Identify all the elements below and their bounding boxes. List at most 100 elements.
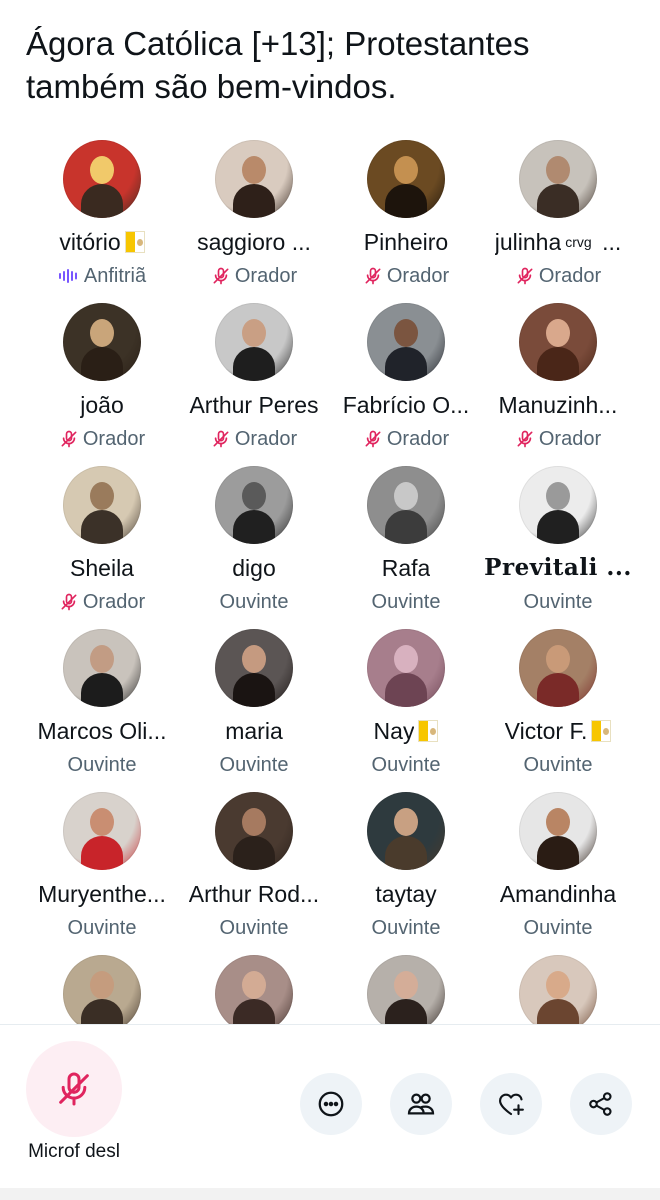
participant-card[interactable] [26, 955, 178, 1024]
avatar[interactable] [215, 629, 293, 707]
participant-name-text: saggioro ... [197, 229, 311, 255]
avatar[interactable] [63, 303, 141, 381]
participant-name: saggioro ... [197, 228, 311, 256]
share-button[interactable] [570, 1073, 632, 1135]
participant-role: Ouvinte [372, 916, 441, 940]
participant-name-text: Victor F. [504, 718, 588, 744]
participant-card[interactable]: maria Ouvinte [178, 629, 330, 792]
participant-name-text: Marcos Oli... [37, 718, 167, 744]
role-label: Ouvinte [371, 591, 441, 613]
avatar[interactable] [519, 955, 597, 1024]
participant-card[interactable]: joão Orador [26, 303, 178, 466]
participant-card[interactable]: Amandinha Ouvinte [482, 792, 634, 955]
participant-card[interactable]: digo Ouvinte [178, 466, 330, 629]
avatar[interactable] [367, 629, 445, 707]
avatar[interactable] [63, 792, 141, 870]
participant-card[interactable]: Arthur Peres Orador [178, 303, 330, 466]
participant-card[interactable]: Muryenthe... Ouvinte [26, 792, 178, 955]
avatar[interactable] [367, 792, 445, 870]
participant-card[interactable] [482, 955, 634, 1024]
people-button[interactable] [390, 1073, 452, 1135]
role-label: Ouvinte [523, 754, 593, 776]
participant-card[interactable]: Arthur Rod... Ouvinte [178, 792, 330, 955]
participant-name: Manuzinh... [499, 391, 618, 419]
avatar[interactable] [519, 466, 597, 544]
mic-toggle-button[interactable] [26, 1041, 122, 1137]
more-options-button[interactable] [300, 1073, 362, 1135]
avatar[interactable] [63, 629, 141, 707]
participant-role: Ouvinte [220, 916, 289, 940]
audio-bars-icon [58, 269, 77, 283]
role-label: Anfitriã [83, 265, 147, 287]
role-label: Ouvinte [219, 754, 289, 776]
participant-role: Ouvinte [372, 753, 441, 777]
avatar[interactable] [367, 303, 445, 381]
participant-role: Ouvinte [372, 590, 441, 614]
role-label: Ouvinte [67, 917, 137, 939]
name-suffix: ... [595, 229, 622, 255]
avatar[interactable] [63, 955, 141, 1024]
avatar[interactable] [367, 140, 445, 218]
participant-name: Rafa [382, 554, 431, 582]
participant-card[interactable]: saggioro ... Orador [178, 140, 330, 303]
avatar[interactable] [215, 140, 293, 218]
participant-role: Orador [59, 590, 145, 614]
system-nav-strip [0, 1188, 660, 1200]
participant-card[interactable]: julinha crvg ... Orador [482, 140, 634, 303]
participant-name: maria [225, 717, 283, 745]
role-label: Ouvinte [219, 591, 289, 613]
participant-name: Arthur Peres [189, 391, 318, 419]
participant-name: Victor F. [505, 717, 612, 745]
avatar[interactable] [215, 303, 293, 381]
participant-card[interactable]: Pinheiro Orador [330, 140, 482, 303]
participant-card[interactable]: Victor F. Ouvinte [482, 629, 634, 792]
avatar[interactable] [367, 466, 445, 544]
participant-role: Ouvinte [524, 590, 593, 614]
avatar[interactable] [215, 792, 293, 870]
participant-card[interactable]: Manuzinh... Orador [482, 303, 634, 466]
participant-card[interactable] [330, 955, 482, 1024]
participant-card[interactable]: Nay Ouvinte [330, 629, 482, 792]
participant-card[interactable] [178, 955, 330, 1024]
participant-card[interactable]: taytay Ouvinte [330, 792, 482, 955]
mic-muted-icon [61, 593, 77, 611]
vatican-flag-icon [591, 720, 612, 742]
avatar[interactable] [63, 466, 141, 544]
avatar[interactable] [215, 955, 293, 1024]
participant-name: Amandinha [500, 880, 616, 908]
people-icon [407, 1093, 435, 1115]
avatar[interactable] [519, 629, 597, 707]
participant-card[interactable]: Previtali ... Ouvinte [482, 466, 634, 629]
react-button[interactable] [480, 1073, 542, 1135]
participant-name-text: taytay [375, 881, 437, 907]
avatar[interactable] [367, 955, 445, 1024]
participant-name: joão [80, 391, 123, 419]
avatar[interactable] [215, 466, 293, 544]
avatar[interactable] [519, 303, 597, 381]
participant-card[interactable]: vitório Anfitriã [26, 140, 178, 303]
role-label: Orador [538, 265, 602, 287]
heart-plus-icon [499, 1093, 524, 1116]
role-label: Ouvinte [67, 754, 137, 776]
avatar[interactable] [519, 792, 597, 870]
mic-muted-icon [365, 430, 381, 448]
participant-name: taytay [375, 880, 436, 908]
bottom-control-bar: Microf desl [0, 1024, 660, 1200]
participant-card[interactable]: Sheila Orador [26, 466, 178, 629]
role-label: Ouvinte [219, 917, 289, 939]
mic-muted-icon [59, 1072, 89, 1106]
participant-role: Orador [363, 264, 449, 288]
participant-name: digo [232, 554, 275, 582]
participant-role: Orador [363, 427, 449, 451]
participant-card[interactable]: Rafa Ouvinte [330, 466, 482, 629]
participant-role: Ouvinte [524, 753, 593, 777]
participant-name-text: Previtali ... [484, 554, 632, 581]
mic-muted-icon [213, 267, 229, 285]
avatar[interactable] [519, 140, 597, 218]
participant-name: Previtali ... [484, 554, 632, 582]
avatar[interactable] [63, 140, 141, 218]
participant-card[interactable]: Fabrício O... Orador [330, 303, 482, 466]
participant-name-text: vitório [59, 229, 121, 255]
participant-card[interactable]: Marcos Oli... Ouvinte [26, 629, 178, 792]
role-label: Ouvinte [523, 917, 593, 939]
